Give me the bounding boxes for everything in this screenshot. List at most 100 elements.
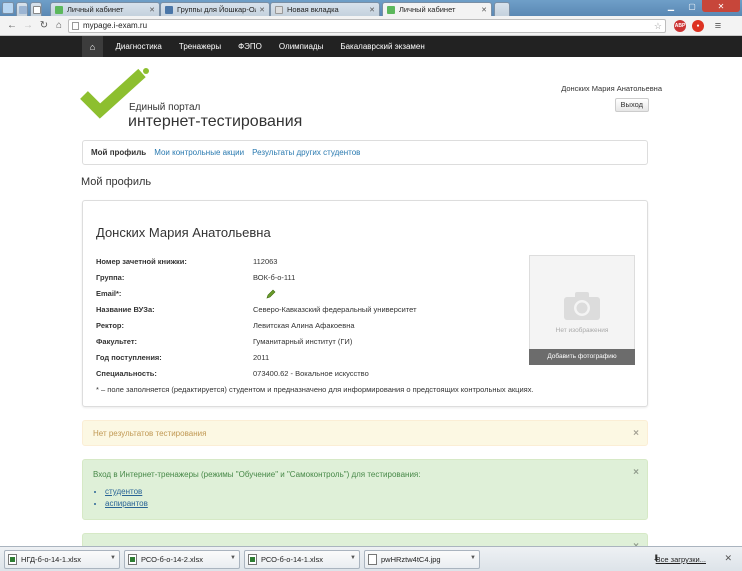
field-label: Факультет: [96, 337, 138, 346]
site-logo[interactable]: Единый портал интернет-тестирования [80, 65, 320, 130]
profile-photo: Нет изображения Добавить фотографию [529, 255, 635, 365]
link-students[interactable]: студентов [105, 487, 148, 496]
url-text: mypage.i-exam.ru [83, 21, 148, 30]
tab-my-control-actions[interactable]: Мои контрольные акции [150, 148, 248, 157]
page-title: Мой профиль [81, 176, 152, 188]
logo-line-1: Единый портал [129, 102, 201, 113]
nav-olympiads[interactable]: Олимпиады [270, 42, 331, 51]
tab-3[interactable]: Новая вкладка ✕ [270, 2, 380, 16]
tab-1[interactable]: Личный кабинет ✕ [50, 2, 160, 16]
field-value: 2011 [253, 353, 270, 362]
field-value: 073400.62 - Вокальное искусство [253, 369, 369, 378]
excel-file-icon [248, 554, 257, 565]
tab-label: Группы для Йошкар-Ола [177, 5, 257, 14]
reload-icon[interactable]: ↻ [38, 20, 50, 32]
download-filename: НГД-б-о-14-1.xlsx [21, 555, 82, 564]
field-value: ВОК-б-о-111 [253, 273, 296, 282]
tab-close-icon[interactable]: ✕ [259, 6, 265, 14]
field-label: Email*: [96, 289, 122, 298]
maximize-icon[interactable]: ▢ [682, 0, 702, 12]
pinned-tab[interactable] [16, 2, 28, 16]
logo-line-2: интернет-тестирования [128, 113, 303, 130]
download-filename: pwHRztw4tC4.jpg [381, 555, 441, 564]
page-icon [72, 22, 79, 30]
tab-favicon-icon [165, 5, 173, 14]
edit-pencil-icon[interactable] [266, 289, 276, 299]
trainers-alert: Вход в Интернет-тренажеры (режимы "Обуче… [82, 459, 648, 520]
chevron-down-icon[interactable]: ▼ [350, 555, 356, 561]
show-all-downloads-link[interactable]: Все загрузки... [656, 555, 706, 564]
field-value: Гуманитарный институт (ГИ) [253, 337, 353, 346]
minimize-icon[interactable]: ▁ [660, 0, 682, 12]
excel-file-icon [128, 554, 137, 565]
profile-subtabs: Мой профиль Мои контрольные акции Резуль… [82, 140, 648, 165]
close-icon[interactable]: ✕ [724, 553, 732, 564]
download-filename: РСО-б-о-14-2.xlsx [141, 555, 203, 564]
field-label: Номер зачетной книжки: [96, 257, 187, 266]
close-icon[interactable]: × [633, 428, 639, 439]
pinned-tab-icon [19, 5, 27, 14]
nav-trainers[interactable]: Тренажеры [170, 42, 229, 51]
browser-toolbar: ← → ↻ ⌂ mypage.i-exam.ru ☆ ABP ● ≡ [0, 16, 742, 36]
excel-file-icon [8, 554, 17, 565]
chevron-down-icon[interactable]: ▼ [230, 555, 236, 561]
tab-label: Личный кабинет [399, 5, 456, 14]
field-value: Левитская Алина Афакоевна [253, 321, 355, 330]
nav-diagnostics[interactable]: Диагностика [107, 42, 170, 51]
menu-icon[interactable]: ≡ [712, 20, 724, 32]
tab-close-icon[interactable]: ✕ [369, 6, 375, 14]
tab-2[interactable]: Группы для Йошкар-Ола ✕ [160, 2, 270, 16]
forward-icon[interactable]: → [22, 20, 34, 32]
extension-icon[interactable]: ● [692, 20, 704, 32]
field-value: 112063 [253, 257, 278, 266]
adblock-icon[interactable]: ABP [674, 20, 686, 32]
field-label: Ректор: [96, 321, 124, 330]
bookmark-star-icon[interactable]: ☆ [654, 20, 662, 32]
address-bar[interactable]: mypage.i-exam.ru ☆ [68, 19, 666, 33]
download-item[interactable]: НГД-б-о-14-1.xlsx ▼ [4, 550, 120, 569]
download-item[interactable]: РСО-б-о-14-1.xlsx ▼ [244, 550, 360, 569]
tab-favicon-icon [387, 5, 395, 14]
field-label: Год поступления: [96, 353, 162, 362]
chevron-down-icon[interactable]: ▼ [110, 555, 116, 561]
downloads-bar: НГД-б-о-14-1.xlsx ▼ РСО-б-о-14-2.xlsx ▼ … [0, 546, 742, 571]
download-item[interactable]: pwHRztw4tC4.jpg ▼ [364, 550, 480, 569]
tab-label: Личный кабинет [67, 5, 124, 14]
download-item[interactable]: РСО-б-о-14-2.xlsx ▼ [124, 550, 240, 569]
close-icon[interactable]: × [633, 467, 639, 478]
pinned-tab-2-icon [33, 5, 41, 14]
nav-bachelor-exam[interactable]: Бакалаврский экзамен [332, 42, 433, 51]
browser-tab-strip: Личный кабинет ✕ Группы для Йошкар-Ола ✕… [0, 0, 742, 16]
add-photo-button[interactable]: Добавить фотографию [529, 349, 635, 365]
site-navbar: ⌂ Диагностика Тренажеры ФЭПО Олимпиады Б… [0, 36, 742, 57]
chevron-down-icon[interactable]: ▼ [470, 555, 476, 561]
tab-my-profile[interactable]: Мой профиль [87, 148, 150, 157]
alert-text: Вход в Интернет-тренажеры (режимы "Обуче… [93, 470, 421, 479]
back-icon[interactable]: ← [6, 20, 18, 32]
home-nav-icon[interactable]: ⌂ [82, 36, 103, 57]
nav-fepo[interactable]: ФЭПО [230, 42, 271, 51]
logout-button[interactable]: Выход [614, 98, 649, 112]
pinned-tab-2[interactable] [30, 2, 42, 16]
camera-icon [564, 292, 600, 320]
tab-favicon-icon [55, 5, 63, 14]
link-postgraduates[interactable]: аспирантов [105, 499, 148, 508]
new-tab-button[interactable] [494, 2, 510, 16]
profile-full-name: Донских Мария Анатольевна [96, 225, 271, 240]
trainer-links: студентов аспирантов [105, 487, 148, 511]
field-label: Группа: [96, 273, 125, 282]
tab-close-icon[interactable]: ✕ [149, 6, 155, 14]
tab-other-students-results[interactable]: Результаты других студентов [248, 148, 364, 157]
profile-icon[interactable] [2, 2, 14, 14]
tab-4[interactable]: Личный кабинет ✕ [382, 2, 492, 16]
field-label: Название ВУЗа: [96, 305, 155, 314]
profile-note: * – поле заполняется (редактируется) сту… [96, 385, 534, 394]
download-filename: РСО-б-о-14-1.xlsx [261, 555, 323, 564]
image-file-icon [368, 554, 377, 565]
close-window-icon[interactable]: ✕ [702, 0, 740, 12]
user-name: Донских Мария Анатольевна [561, 84, 662, 93]
tab-close-icon[interactable]: ✕ [481, 6, 487, 14]
home-icon[interactable]: ⌂ [53, 20, 65, 32]
no-results-alert: Нет результатов тестирования × [82, 420, 648, 446]
field-value: Северо-Кавказский федеральный университе… [253, 305, 417, 314]
